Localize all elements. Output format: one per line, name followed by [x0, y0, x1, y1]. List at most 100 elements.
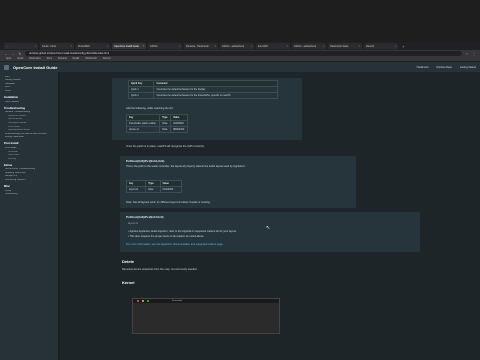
tab-label: Dortania - Hackintosh — [186, 44, 209, 48]
sidebar-item[interactable]: Post-Install — [4, 126, 54, 128]
tab-label: OpenCore Install Guide — [114, 44, 139, 48]
browser-tab[interactable]: GitHub - acidanthera × — [220, 43, 254, 49]
sidebar-item[interactable]: ACPI — [4, 86, 54, 88]
tab-close-icon[interactable]: × — [359, 45, 360, 48]
popup-titlebar: Screenshot — [133, 299, 279, 303]
browser-tab[interactable]: … × — [4, 43, 38, 49]
app-header: OpenCore Install Guide Hackintosh Dortani… — [0, 62, 480, 72]
sidebar-item[interactable]: Miscellaneous Issues — [4, 129, 54, 131]
tab-label: GitHub — [150, 44, 158, 48]
table-cell: Data — [159, 126, 172, 133]
bookmark-item[interactable]: Dortania — [58, 58, 67, 60]
tab-close-icon[interactable]: × — [395, 45, 396, 48]
sidebar-item[interactable]: USB Creation — [4, 101, 54, 103]
back-icon[interactable]: ← — [4, 52, 8, 56]
sidebar-item[interactable]: Multiple OS — [4, 175, 54, 177]
sidebar-item[interactable]: OpenCore Issues — [4, 115, 54, 117]
tab-close-icon[interactable]: × — [215, 45, 216, 48]
tab-close-icon[interactable]: × — [287, 45, 288, 48]
bookmark-item[interactable]: Hackintosh — [85, 58, 96, 60]
maximize-icon[interactable] — [147, 300, 149, 302]
sidebar-item[interactable]: Updating OpenCore — [4, 172, 54, 174]
bullet-item: • This also requires the proper kexts to… — [128, 235, 205, 238]
bookmark-item[interactable]: Discord — [103, 58, 111, 60]
sidebar-item[interactable]: Hardware — [4, 83, 54, 85]
browser-tab[interactable]: ProtonMail × — [76, 43, 110, 49]
tab-close-icon[interactable]: × — [179, 45, 180, 48]
sidebar-item[interactable]: Userspace Issues — [4, 122, 54, 124]
sidebar-item[interactable]: Universal — [4, 151, 54, 153]
tab-close-icon[interactable]: × — [251, 45, 252, 48]
tab-label: GitHub - acidanthera — [294, 44, 317, 48]
sidebar-item[interactable]: Credit — [4, 190, 54, 192]
tab-close-icon[interactable]: × — [35, 45, 36, 48]
browser-tab[interactable]: Discord × — [364, 43, 398, 49]
sidebar-item[interactable]: USB Fixes — [4, 154, 54, 156]
tab-close-icon[interactable]: × — [71, 45, 72, 48]
tab-close-icon[interactable]: × — [107, 45, 108, 48]
table-row: layout-id Data 01000000 — [125, 186, 183, 193]
sidebar-item[interactable]: General Troubleshooting — [4, 111, 54, 113]
bookmark-item[interactable]: Docs — [47, 58, 52, 60]
sidebar-section-heading: Troubleshooting — [4, 106, 26, 110]
layout-table: Key Type Value layout-id Data 01000000 — [125, 180, 183, 193]
browser-tab[interactable]: OpenCore Install Guide × — [112, 43, 146, 49]
bullet-text: This also requires the proper kexts to b… — [129, 235, 205, 238]
address-bar-row: ← → ↻ dortania.github.io/OpenCore-Instal… — [0, 50, 480, 57]
sidebar-item[interactable]: Contributing — [4, 193, 54, 195]
star-icon[interactable]: ☆ — [465, 52, 469, 56]
table-cell: 9B3E0000 — [170, 126, 188, 133]
sidebar-item[interactable]: Understanding the macOS Boot Process — [4, 133, 54, 135]
footer-note: For more information, see the AppleALC d… — [126, 243, 223, 246]
browser-tab[interactable]: GitHub - acidanthera × — [292, 43, 326, 49]
tab-close-icon[interactable]: × — [143, 45, 144, 48]
reload-icon[interactable]: ↻ — [18, 52, 22, 56]
sidebar-item[interactable]: Getting Started — [4, 79, 54, 81]
tab-label: GitHub - acidanthera — [222, 44, 245, 48]
delete-body: Removes device properties from the map; … — [122, 268, 198, 271]
forward-icon[interactable]: → — [11, 52, 15, 56]
header-link[interactable]: Hackintosh — [417, 66, 429, 69]
browser-tab[interactable]: Intel ARK × — [256, 43, 290, 49]
sidebar-item[interactable]: Kexts — [4, 90, 54, 92]
header-link[interactable]: Dortania Repo — [436, 66, 451, 69]
bookmark-item[interactable]: Bookmarks — [29, 58, 41, 60]
sidebar-item[interactable]: Kernel Issues — [4, 118, 54, 120]
bookmark-item[interactable]: Apps — [6, 58, 11, 60]
paragraph: Add the following, while matching the li… — [126, 107, 174, 110]
browser-tab[interactable]: GitHub × — [148, 43, 182, 49]
tab-label: ProtonMail — [78, 44, 90, 48]
sidebar-item[interactable]: Debug Hackintosh — [4, 136, 54, 138]
bookmark-item[interactable]: Gmail — [17, 58, 23, 60]
sidebar-item[interactable]: Intro — [4, 76, 54, 78]
screenshot-popup[interactable]: Screenshot — [132, 298, 280, 334]
browser-tab[interactable]: Hackintosh Slack × — [328, 43, 362, 49]
sidebar-item[interactable]: Kernel Panic Troubleshooting — [4, 168, 54, 170]
minimize-icon[interactable] — [142, 300, 144, 302]
table-cell: Data — [145, 186, 161, 193]
note-text: Note: Not all layouts work; try differen… — [126, 201, 211, 204]
header-link[interactable]: Getting Started — [460, 66, 476, 69]
browser-tab[interactable]: Dortania - Hackintosh × — [184, 43, 218, 49]
delete-heading: Delete — [122, 259, 135, 264]
browser-tab[interactable]: Gmail - Inbox × — [40, 43, 74, 49]
close-icon[interactable] — [137, 300, 139, 302]
table-cell: device-id — [125, 126, 161, 133]
sidebar-item[interactable]: Post Install — [4, 147, 54, 149]
sidebar-item[interactable]: Converting SMBIOS — [4, 179, 54, 181]
tab-close-icon[interactable]: × — [323, 45, 324, 48]
bookmark-item[interactable]: Reddit — [73, 58, 80, 60]
docs-link[interactable]: For more information, see the AppleALC d… — [126, 243, 223, 246]
sidebar: Intro Getting Started Hardware ACPI Kexts Ins… — [0, 72, 58, 360]
mouse-cursor-icon: ↖ — [266, 225, 271, 231]
menu-icon[interactable]: ⋮ — [472, 52, 476, 56]
sidebar-section-heading: Misc — [4, 185, 10, 189]
header-links: Hackintosh Dortania Repo Getting Started — [417, 66, 476, 69]
tab-label: Gmail - Inbox — [42, 44, 57, 48]
sidebar-item[interactable]: Security — [4, 158, 54, 160]
new-tab-button[interactable]: + — [402, 44, 404, 49]
sidebar-section-heading: Installation — [4, 95, 19, 99]
tab-label: Intel ARK — [258, 44, 268, 48]
table-cell: Overrides the default behaviour for the … — [153, 92, 278, 99]
url-field[interactable]: dortania.github.io/OpenCore-Install-Guid… — [25, 51, 462, 56]
